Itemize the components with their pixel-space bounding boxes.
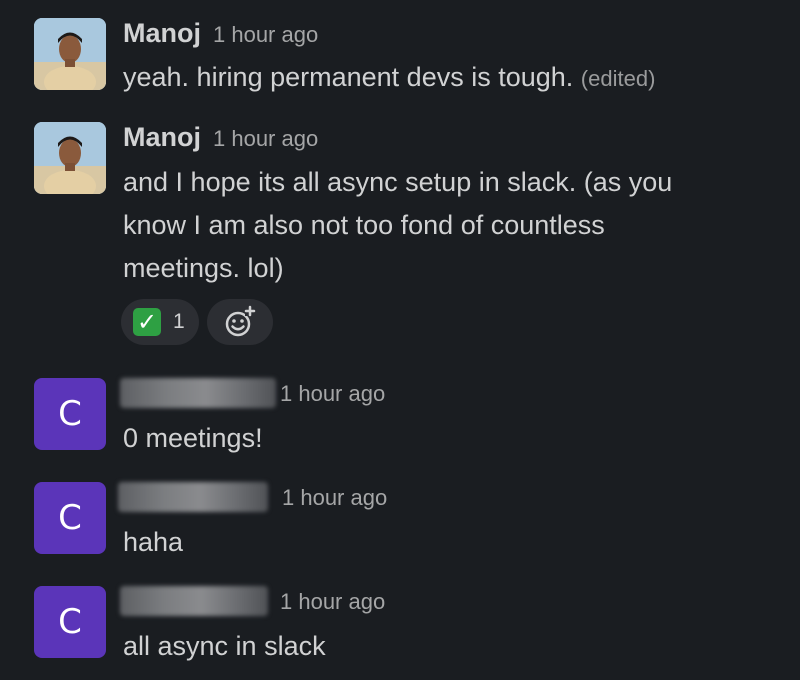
message-line: haha: [123, 527, 184, 557]
avatar[interactable]: [34, 122, 106, 194]
message-header: Manoj 1 hour ago: [123, 122, 318, 158]
message-line: know I am also not too fond of countless: [123, 210, 605, 240]
message[interactable]: C 1 hour ago 0 meetings!: [34, 378, 774, 458]
edited-label: (edited): [580, 66, 656, 91]
redacted-author-name: [120, 586, 268, 616]
message[interactable]: C 1 hour ago haha: [34, 482, 774, 562]
avatar[interactable]: C: [34, 586, 106, 658]
message[interactable]: Manoj 1 hour ago yeah. hiring permanent d…: [34, 18, 774, 98]
reaction-count: 1: [173, 310, 185, 333]
message-line: meetings. lol): [123, 253, 284, 283]
reactions-bar: ✓ 1: [121, 299, 273, 345]
message-text: 0 meetings!: [123, 417, 263, 460]
avatar[interactable]: [34, 18, 106, 90]
redacted-author-name: [120, 378, 276, 408]
message-header: 1 hour ago: [118, 482, 387, 518]
user-photo-icon: [34, 122, 106, 194]
message[interactable]: C 1 hour ago all async in slack: [34, 586, 774, 666]
timestamp[interactable]: 1 hour ago: [213, 126, 318, 151]
timestamp[interactable]: 1 hour ago: [280, 381, 385, 406]
timestamp[interactable]: 1 hour ago: [280, 589, 385, 614]
timestamp[interactable]: 1 hour ago: [282, 485, 387, 510]
message[interactable]: Manoj 1 hour ago and I hope its all async…: [34, 122, 774, 352]
user-photo-icon: [34, 18, 106, 90]
message-header: Manoj 1 hour ago: [123, 18, 318, 54]
message-text: and I hope its all async setup in slack.…: [123, 161, 672, 290]
message-text: yeah. hiring permanent devs is tough. (e…: [123, 56, 655, 100]
add-emoji-icon: [225, 305, 255, 337]
message-line: yeah. hiring permanent devs is tough.: [123, 62, 574, 92]
redacted-author-name: [118, 482, 268, 512]
avatar[interactable]: C: [34, 482, 106, 554]
reaction-pill[interactable]: ✓ 1: [121, 299, 199, 345]
author-name[interactable]: Manoj: [123, 18, 201, 48]
message-text: haha: [123, 521, 183, 564]
message-text: all async in slack: [123, 625, 326, 668]
message-line: all async in slack: [123, 631, 326, 661]
add-reaction-button[interactable]: [206, 299, 273, 345]
timestamp[interactable]: 1 hour ago: [213, 22, 318, 47]
message-line: 0 meetings!: [123, 423, 263, 453]
message-header: 1 hour ago: [120, 378, 385, 414]
message-header: 1 hour ago: [120, 586, 385, 622]
author-name[interactable]: Manoj: [123, 122, 201, 152]
white-check-mark-icon: ✓: [133, 308, 161, 336]
avatar[interactable]: C: [34, 378, 106, 450]
message-line: and I hope its all async setup in slack.…: [123, 167, 673, 197]
